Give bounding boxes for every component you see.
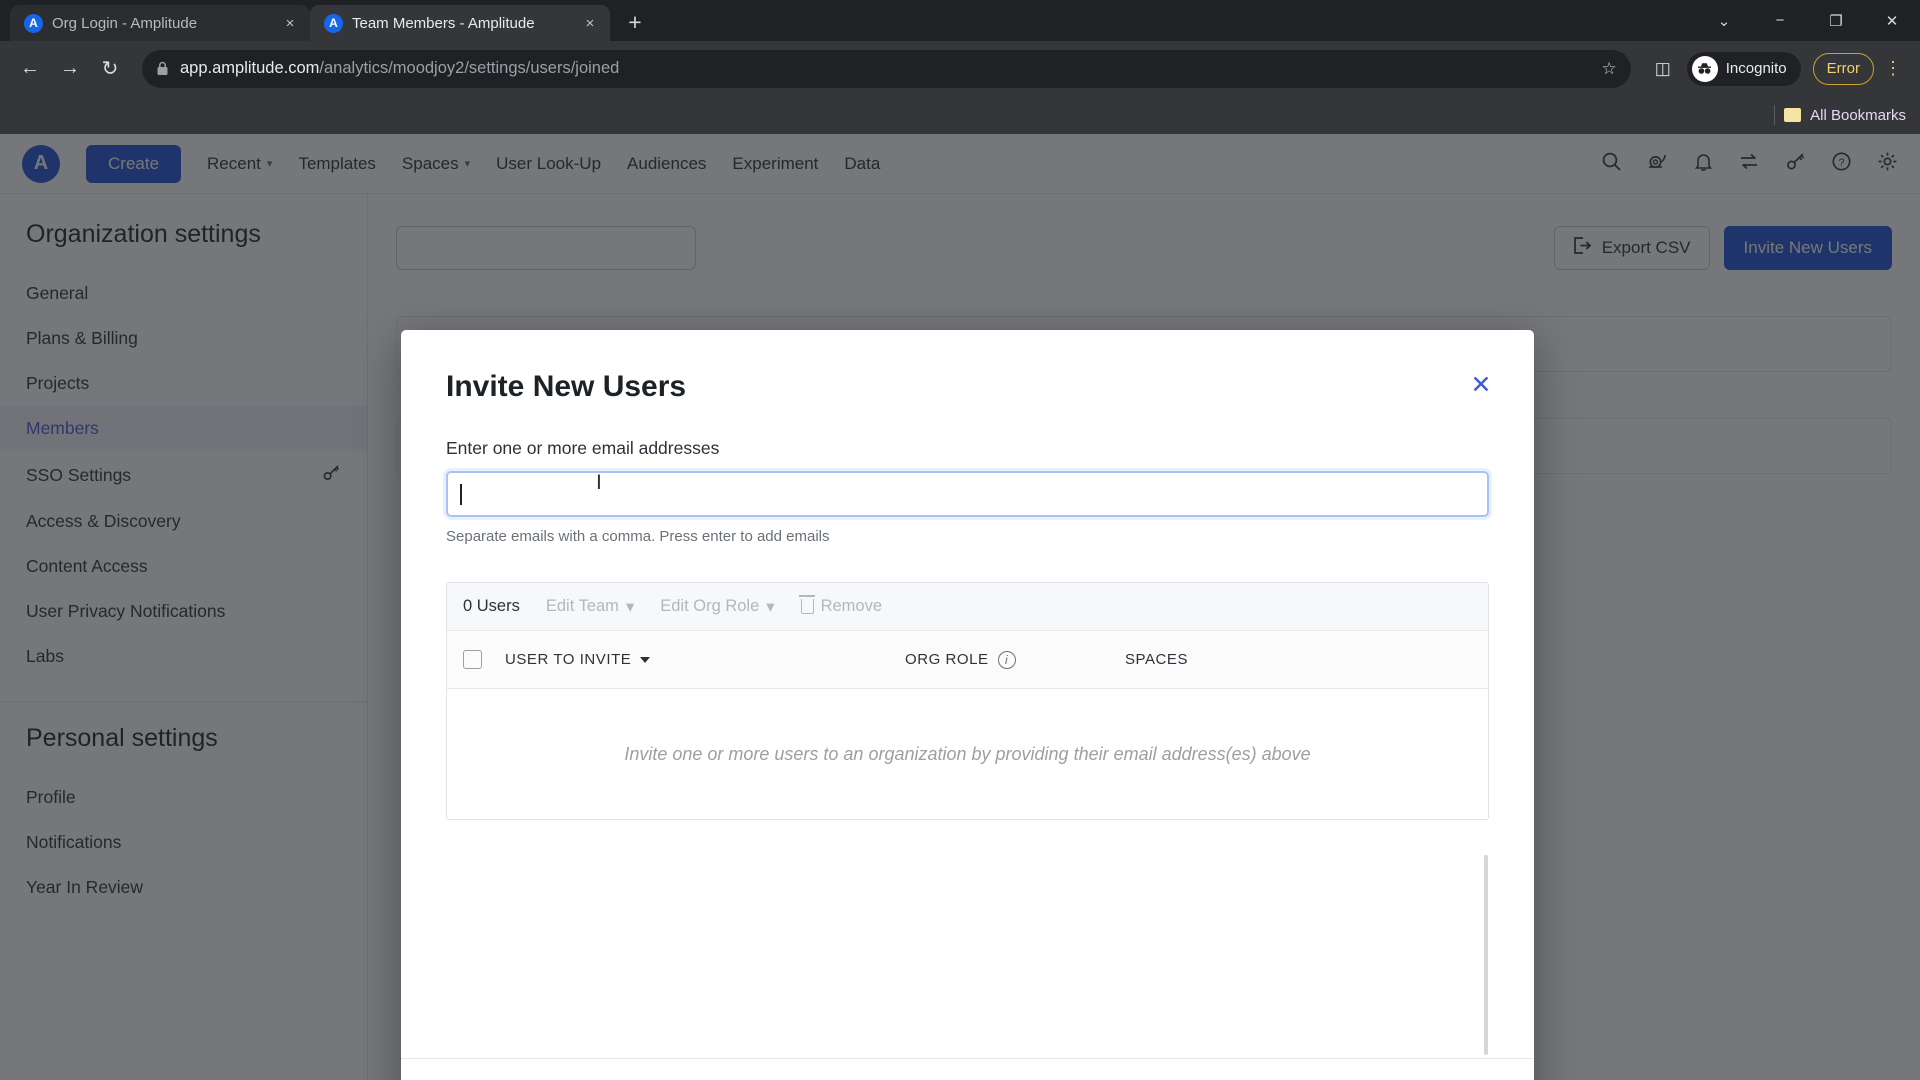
amplitude-icon: A <box>324 13 343 33</box>
reload-button[interactable]: ↻ <box>92 51 128 87</box>
amplitude-icon: A <box>24 13 43 33</box>
error-chip[interactable]: Error <box>1812 52 1874 85</box>
modal-footer: Questions on how to set and edit user pe… <box>401 1058 1534 1080</box>
edit-team-label: Edit Team <box>545 597 619 615</box>
email-input[interactable] <box>446 471 1489 517</box>
incognito-icon <box>1691 55 1718 82</box>
browser-window: A Org Login - Amplitude × A Team Members… <box>0 0 1920 1080</box>
text-cursor <box>460 483 462 505</box>
chevron-down-icon: ▾ <box>766 597 775 616</box>
user-count-label: 0 Users <box>463 597 520 615</box>
email-hint-text: Separate emails with a comma. Press ente… <box>446 528 830 545</box>
tab-title: Org Login - Amplitude <box>52 14 198 32</box>
table-scrollbar[interactable] <box>1484 855 1488 1055</box>
column-header-user-to-invite[interactable]: USER TO INVITE <box>505 651 905 668</box>
mouse-text-cursor: I <box>596 471 602 494</box>
invite-new-users-modal: Invite New Users ✕ Enter one or more ema… <box>401 330 1534 1080</box>
close-window-button[interactable]: ✕ <box>1864 0 1920 41</box>
remove-label: Remove <box>820 597 883 615</box>
email-field-label: Enter one or more email addresses <box>446 438 720 458</box>
url-path: /analytics/moodjoy2/settings/users/joine… <box>319 59 620 77</box>
trash-icon <box>799 595 816 614</box>
maximize-button[interactable]: ❐ <box>1808 0 1864 41</box>
side-panel-icon[interactable]: ◫ <box>1645 51 1681 87</box>
modal-title: Invite New Users <box>446 370 687 403</box>
column-label: SPACES <box>1125 651 1189 668</box>
column-header-org-role: ORG ROLE i <box>905 650 1125 669</box>
url-text: app.amplitude.com/analytics/moodjoy2/set… <box>180 59 619 78</box>
folder-icon <box>1784 108 1802 122</box>
forward-button[interactable]: → <box>52 51 88 87</box>
close-icon[interactable]: ✕ <box>1464 368 1498 402</box>
table-toolbar: 0 Users Edit Team ▾ Edit Org Role ▾ Remove <box>447 583 1488 631</box>
invite-users-table: 0 Users Edit Team ▾ Edit Org Role ▾ Remove… <box>446 582 1489 820</box>
table-empty-state: Invite one or more users to an organizat… <box>447 689 1488 819</box>
tab-search-icon[interactable]: ⌄ <box>1696 0 1752 41</box>
divider <box>1774 105 1776 125</box>
browser-toolbar: ← → ↻ app.amplitude.com/analytics/moodjo… <box>0 41 1920 96</box>
edit-org-role-label: Edit Org Role <box>660 597 760 615</box>
column-label: USER TO INVITE <box>505 651 632 668</box>
url-host: app.amplitude.com <box>180 59 320 77</box>
remove-button[interactable]: Remove <box>799 595 883 616</box>
browser-tab[interactable]: A Org Login - Amplitude × <box>10 5 310 41</box>
sort-descending-icon <box>640 656 651 663</box>
all-bookmarks-label[interactable]: All Bookmarks <box>1810 107 1906 124</box>
info-icon[interactable]: i <box>997 650 1016 669</box>
window-controls: ⌄ − ❐ ✕ <box>1696 0 1920 41</box>
back-button[interactable]: ← <box>12 51 48 87</box>
page-viewport: A Create Recent▾ Templates Spaces▾ User … <box>0 134 1920 1080</box>
chevron-down-icon: ▾ <box>625 597 635 616</box>
minimize-button[interactable]: − <box>1752 0 1808 41</box>
edit-org-role-dropdown[interactable]: Edit Org Role ▾ <box>660 597 774 617</box>
table-header-row: USER TO INVITE ORG ROLE i SPACES <box>447 631 1488 689</box>
close-icon[interactable]: × <box>580 13 600 33</box>
column-label: ORG ROLE <box>905 651 989 668</box>
tab-strip: A Org Login - Amplitude × A Team Members… <box>0 0 1920 41</box>
incognito-badge[interactable]: Incognito <box>1686 51 1801 86</box>
column-header-spaces: SPACES <box>1125 651 1188 668</box>
browser-tab-active[interactable]: A Team Members - Amplitude × <box>310 5 610 41</box>
select-all-checkbox[interactable] <box>463 650 482 669</box>
incognito-label: Incognito <box>1725 60 1787 77</box>
edit-team-dropdown[interactable]: Edit Team ▾ <box>546 597 634 617</box>
browser-menu-icon[interactable]: ⋮ <box>1878 51 1908 87</box>
new-tab-button[interactable]: + <box>618 5 652 39</box>
close-icon[interactable]: × <box>280 13 300 33</box>
modal-body: Invite New Users ✕ Enter one or more ema… <box>401 330 1534 1058</box>
lock-icon <box>156 61 169 76</box>
tab-title: Team Members - Amplitude <box>352 14 535 32</box>
bookmark-star-icon[interactable]: ☆ <box>1602 59 1617 79</box>
address-bar[interactable]: app.amplitude.com/analytics/moodjoy2/set… <box>142 49 1631 88</box>
bookmarks-bar: All Bookmarks <box>0 96 1920 134</box>
